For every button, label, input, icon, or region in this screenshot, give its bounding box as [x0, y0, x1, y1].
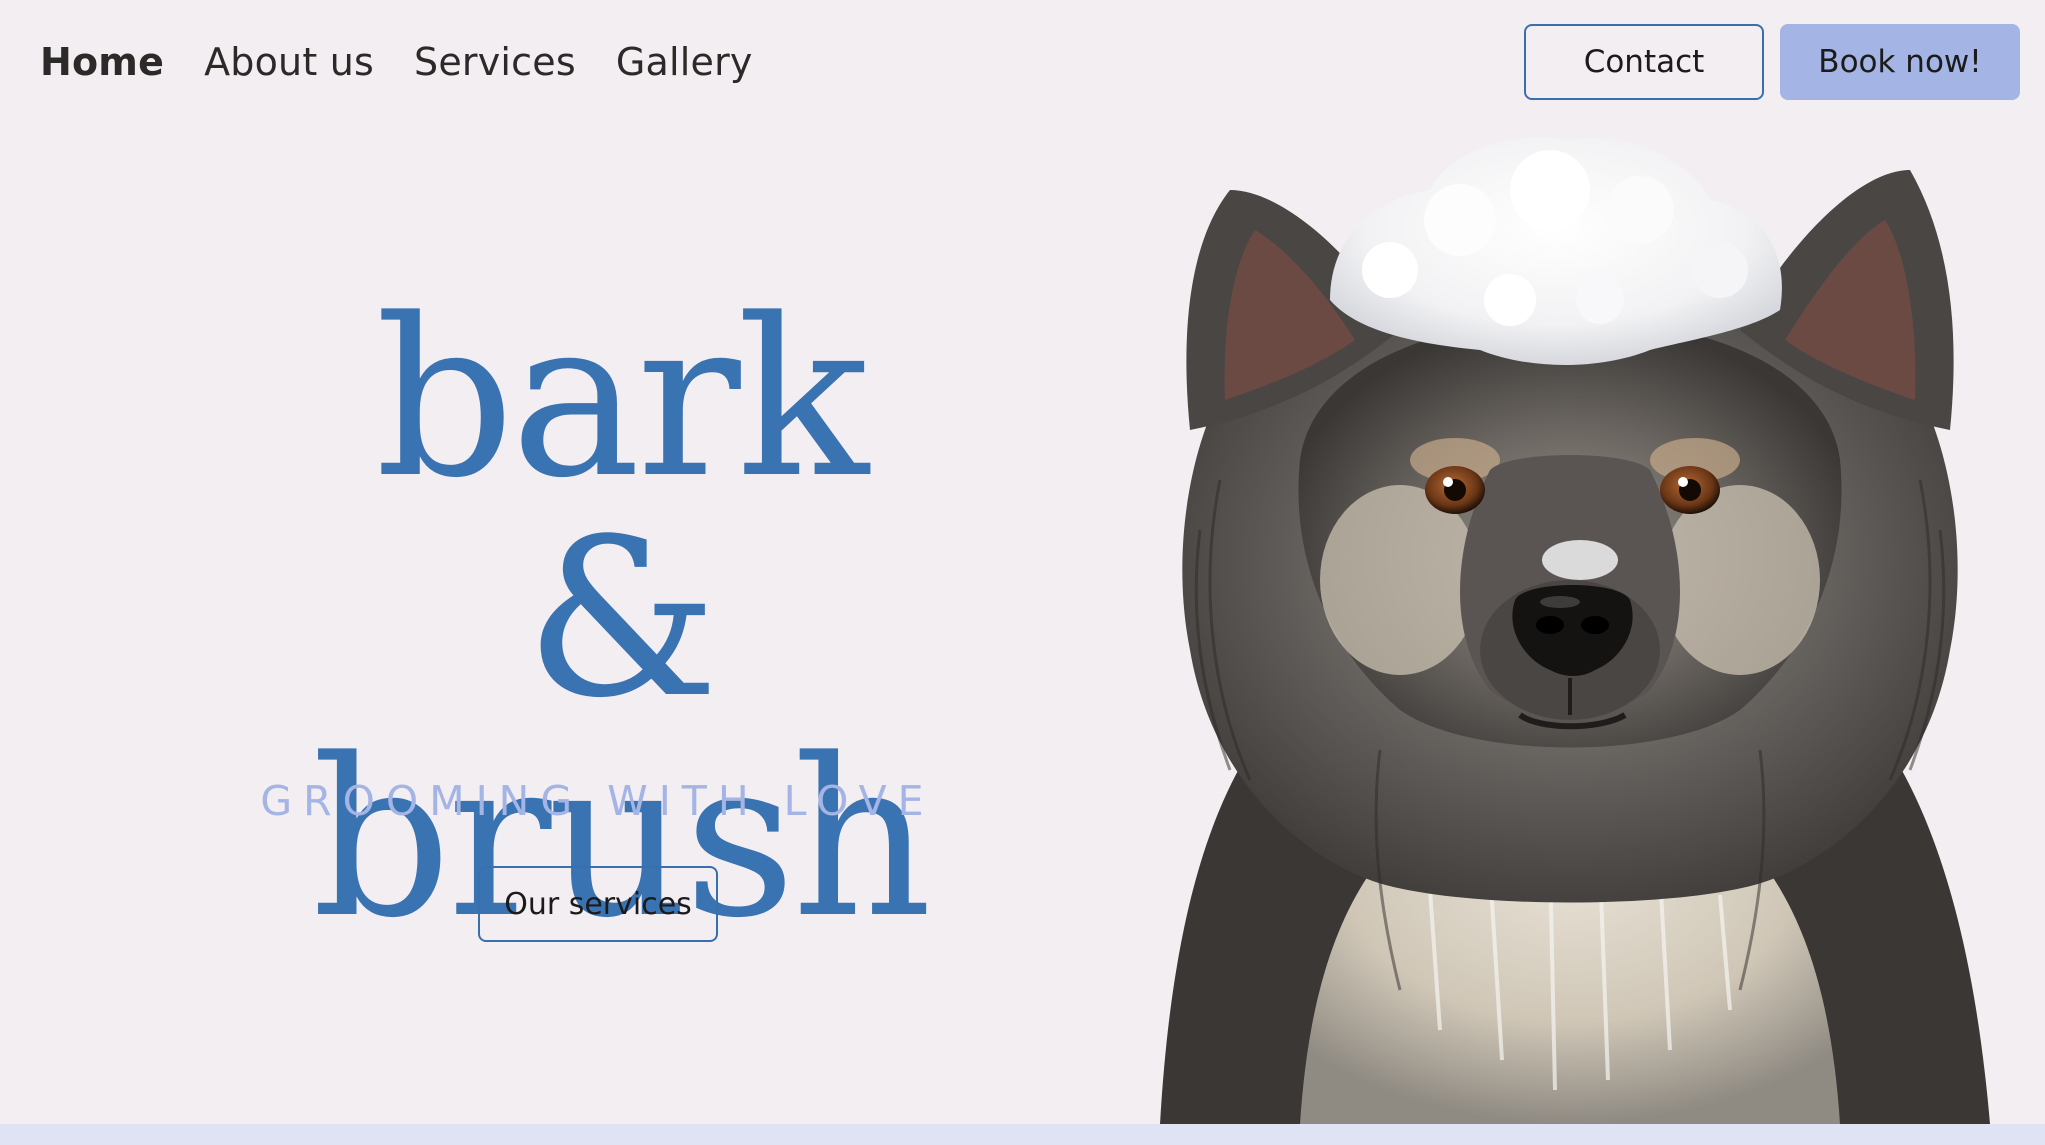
nav-links: Home About us Services Gallery — [40, 40, 753, 84]
nav-link-gallery[interactable]: Gallery — [616, 40, 753, 84]
book-now-button[interactable]: Book now! — [1780, 24, 2020, 100]
top-navigation: Home About us Services Gallery Contact B… — [0, 0, 2045, 124]
nav-link-home[interactable]: Home — [40, 40, 164, 84]
hero-subtitle: GROOMING WITH LOVE — [260, 777, 935, 825]
nav-actions: Contact Book now! — [1524, 24, 2020, 100]
page: Home About us Services Gallery Contact B… — [0, 0, 2045, 1145]
our-services-button[interactable]: Our services — [478, 866, 718, 942]
contact-button[interactable]: Contact — [1524, 24, 1764, 100]
dog-image — [1160, 137, 1990, 1124]
nav-link-services[interactable]: Services — [414, 40, 576, 84]
nav-link-about-us[interactable]: About us — [204, 40, 374, 84]
hero-title-line-1: bark & — [375, 273, 869, 746]
bottom-section-band — [0, 1124, 2045, 1145]
hero-title: bark & brush — [270, 290, 970, 950]
